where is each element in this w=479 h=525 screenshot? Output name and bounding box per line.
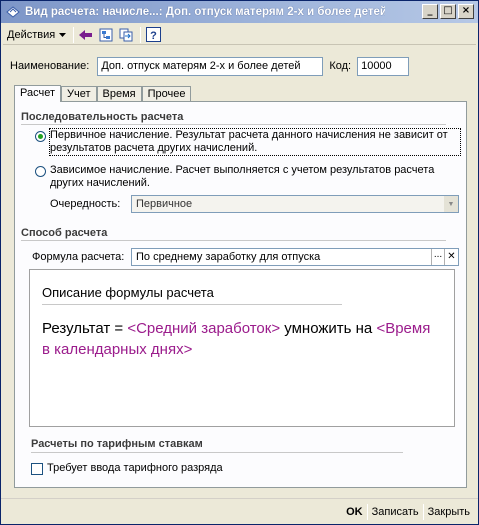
help-icon[interactable]: ? [144,26,162,44]
actions-label: Действия [7,28,56,41]
radio-button[interactable] [35,166,46,177]
radio-dependent[interactable]: Зависимое начисление. Расчет выполняется… [35,164,460,190]
chevron-down-icon[interactable]: ▼ [444,196,458,212]
toolbar-separator [73,26,75,43]
divider [42,304,342,305]
divider [21,124,446,125]
code-input[interactable]: 10000 [357,56,410,76]
name-input[interactable]: Доп. отпуск матерям 2-х и более детей [97,56,324,76]
toolbar-separator [140,26,142,43]
dialog-window: Вид расчета: начисле...: Доп. отпуск мат… [0,0,479,525]
formula-value: По среднему заработку для отпуска [136,251,321,263]
save-button[interactable]: Записать [368,503,423,521]
app-icon [6,5,20,19]
code-label: Код: [329,60,352,72]
tariff-checkbox[interactable] [31,463,43,475]
toolbar: Действия ? [3,25,476,45]
tab-other[interactable]: Прочее [141,86,192,102]
bottom-bar: OK Записать Закрыть [1,498,478,524]
formula-description-box: Описание формулы расчета Результат = <Ср… [29,269,455,427]
formula-label: Формула расчета: [32,251,125,263]
description-text: Результат = <Средний заработок> умножить… [42,318,442,360]
radio-primary-label: Первичное начисление. Результат расчета … [49,128,461,156]
order-select[interactable]: Первичное ▼ [131,195,459,213]
radio-primary[interactable]: Первичное начисление. Результат расчета … [35,128,461,156]
tariff-checkbox-row[interactable]: Требует ввода тарифного разряда [31,462,223,475]
description-middle: умножить на [280,320,377,337]
order-label: Очередность: [50,198,121,210]
actions-menu-button[interactable]: Действия [3,26,70,44]
back-arrow-icon[interactable] [77,26,95,44]
tariff-checkbox-label: Требует ввода тарифного разряда [47,462,223,474]
ok-button[interactable]: OK [342,503,367,521]
tab-calculation[interactable]: Расчет [14,85,61,102]
window-title: Вид расчета: начисле...: Доп. отпуск мат… [25,6,385,18]
description-prefix: Результат = [42,320,128,337]
name-row: Наименование: Доп. отпуск матерям 2-х и … [10,56,470,76]
radio-button-checked[interactable] [35,131,46,142]
maximize-button[interactable]: □ [440,4,456,19]
tab-strip: Расчет Учет Время Прочее [14,85,192,102]
sequence-group-title: Последовательность расчета [21,111,184,123]
method-group-title: Способ расчета [21,227,108,239]
close-button[interactable]: Закрыть [424,503,474,521]
close-window-button[interactable]: × [458,4,474,19]
tariff-group-title: Расчеты по тарифным ставкам [31,438,203,450]
tab-panel: Последовательность расчета Первичное нач… [14,101,467,488]
description-term-average-earnings: <Средний заработок> [127,320,281,337]
radio-dependent-label: Зависимое начисление. Расчет выполняется… [50,164,435,189]
select-dots-button[interactable]: ... [431,249,444,265]
clear-icon[interactable]: ✕ [444,249,458,265]
refresh-icon[interactable] [117,26,135,44]
formula-field[interactable]: По среднему заработку для отпуска ... ✕ [131,248,459,266]
tab-time[interactable]: Время [96,86,142,102]
svg-text:?: ? [150,30,157,42]
name-label: Наименование: [10,60,90,72]
minimize-button[interactable]: _ [422,4,438,19]
description-title: Описание формулы расчета [42,285,214,300]
divider [21,240,446,241]
divider [31,452,403,453]
order-value: Первичное [136,198,193,210]
dropdown-arrow-icon [59,32,67,37]
structure-icon[interactable] [97,26,115,44]
title-bar[interactable]: Вид расчета: начисле...: Доп. отпуск мат… [1,1,478,23]
tab-accounting[interactable]: Учет [61,86,97,102]
